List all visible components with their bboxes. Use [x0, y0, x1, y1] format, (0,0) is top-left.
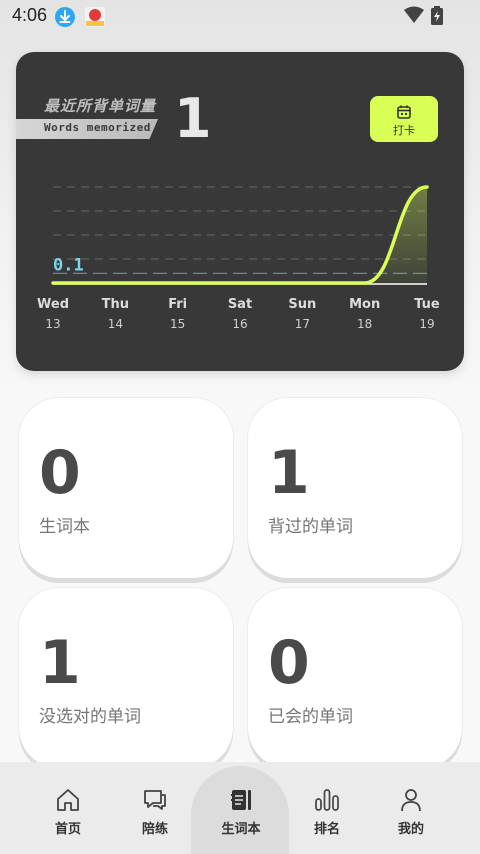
nav-item-ranking[interactable]: 排名 — [279, 762, 375, 854]
chart-tick-date: 13 — [45, 317, 60, 331]
chart-tick-date: 18 — [357, 317, 372, 331]
words-memorized-count: 1 — [174, 87, 212, 150]
chart-tick-date: 19 — [419, 317, 434, 331]
nav-item-home[interactable]: 首页 — [20, 762, 116, 854]
nav-item-profile[interactable]: 我的 — [363, 762, 459, 854]
tile-words-reviewed-label: 背过的单词 — [268, 517, 353, 537]
chart-tick-day: Sun — [288, 297, 316, 312]
chart-point — [425, 185, 429, 189]
words-line-chart: 0.1 Wed 13 Thu 14 Fri 15 Sat 16 Sun 17 Mon 18 Tue 19 — [37, 185, 440, 331]
download-badge-icon — [54, 6, 76, 32]
stats-subtitle: Words memorized — [44, 121, 151, 134]
chart-point — [176, 281, 180, 285]
chart-point — [51, 281, 55, 285]
chart-tick-date: 16 — [232, 317, 247, 331]
nav-label-practice: 陪练 — [141, 822, 168, 837]
nav-item-practice[interactable]: 陪练 — [107, 762, 203, 854]
tile-wrong-answers-label: 没选对的单词 — [39, 707, 141, 727]
chart-point — [238, 281, 242, 285]
chart-tick-date: 14 — [108, 317, 123, 331]
chart-reference-label: 0.1 — [53, 255, 84, 275]
chart-tick-day: Thu — [102, 297, 129, 312]
nav-label-vocab-book: 生词本 — [221, 822, 261, 837]
nav-item-vocab-book[interactable]: 生词本 — [193, 762, 289, 854]
tile-vocab-book-label: 生词本 — [39, 517, 90, 537]
calendar-icon — [397, 104, 411, 123]
chart-tick-day: Sat — [228, 297, 252, 312]
chart-tick-day: Tue — [414, 297, 440, 312]
nav-label-ranking: 排名 — [313, 822, 340, 837]
tile-words-reviewed[interactable]: 1 背过的单词 — [248, 398, 462, 578]
nav-label-home: 首页 — [54, 822, 81, 837]
tile-vocab-book-value: 0 — [39, 438, 81, 508]
chart-tick-day: Wed — [37, 297, 69, 312]
tile-known-words-label: 已会的单词 — [268, 707, 353, 727]
app-notification-icon — [84, 6, 106, 32]
checkin-button[interactable]: 打卡 — [370, 96, 438, 142]
battery-charging-icon — [430, 6, 444, 30]
chart-tick-date: 17 — [295, 317, 310, 331]
chart-point — [363, 281, 367, 285]
tile-wrong-answers[interactable]: 1 没选对的单词 — [19, 588, 233, 768]
tile-vocab-book[interactable]: 0 生词本 — [19, 398, 233, 578]
tile-words-reviewed-value: 1 — [268, 438, 310, 508]
chart-point — [113, 281, 117, 285]
tile-wrong-answers-value: 1 — [39, 628, 81, 698]
status-time: 4:06 — [12, 5, 48, 25]
status-bar: 4:06 — [0, 0, 480, 32]
tile-known-words[interactable]: 0 已会的单词 — [248, 588, 462, 768]
checkin-label: 打卡 — [393, 124, 415, 137]
chart-point — [300, 281, 304, 285]
nav-label-profile: 我的 — [397, 822, 424, 837]
stats-title: 最近所背单词量 — [44, 97, 157, 115]
wifi-icon — [404, 6, 424, 28]
chart-tick-day: Mon — [349, 297, 380, 312]
chart-tick-date: 15 — [170, 317, 185, 331]
tile-known-words-value: 0 — [268, 628, 310, 698]
chart-tick-day: Fri — [168, 297, 187, 312]
